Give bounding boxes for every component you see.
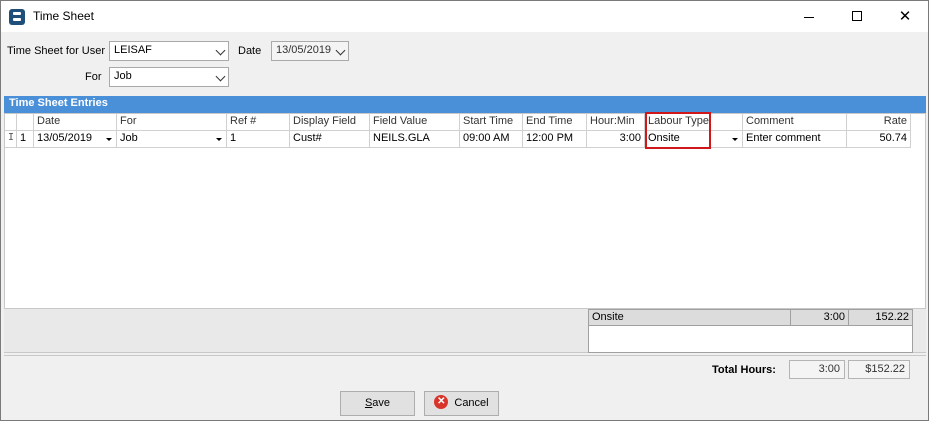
cancel-button[interactable]: ✕ Cancel <box>424 391 499 416</box>
summary-labour-type: Onsite <box>589 310 791 326</box>
totals-band <box>4 355 926 385</box>
close-icon: ✕ <box>898 8 912 25</box>
column-header-hour-min[interactable]: Hour:Min <box>587 114 645 131</box>
table-row: Onsite 3:00 152.22 <box>589 310 912 326</box>
column-header-end-time[interactable]: End Time <box>523 114 587 131</box>
cell-ref[interactable]: 1 <box>227 131 290 148</box>
save-label-rest: ave <box>372 397 391 409</box>
user-select[interactable]: LEISAF <box>109 41 229 61</box>
user-label: Time Sheet for User <box>7 45 106 57</box>
cell-display-field[interactable]: Cust# <box>290 131 370 148</box>
labour-summary-grid: Onsite 3:00 152.22 <box>588 309 913 353</box>
user-select-value: LEISAF <box>114 44 152 56</box>
title-bar: Time Sheet ✕ <box>1 1 928 32</box>
cell-labour-type[interactable]: Onsite <box>645 131 743 148</box>
close-button[interactable]: ✕ <box>882 1 928 32</box>
row-indicator: I <box>5 131 17 148</box>
cell-field-value[interactable]: NEILS.GLA <box>370 131 460 148</box>
chevron-down-icon <box>215 45 226 56</box>
for-label: For <box>85 71 102 83</box>
dropdown-arrow-icon[interactable] <box>216 138 222 141</box>
column-header-display-field[interactable]: Display Field <box>290 114 370 131</box>
column-header-date[interactable]: Date <box>34 114 117 131</box>
entries-section-header: Time Sheet Entries <box>4 96 926 113</box>
minimize-icon <box>804 16 814 18</box>
row-indicator-header <box>5 114 17 131</box>
row-number-header <box>17 114 34 131</box>
cell-end-time[interactable]: 12:00 PM <box>523 131 587 148</box>
date-picker-value: 13/05/2019 <box>276 44 332 56</box>
cell-date[interactable]: 13/05/2019 <box>34 131 117 148</box>
cell-start-time[interactable]: 09:00 AM <box>460 131 523 148</box>
chevron-down-icon <box>215 71 226 82</box>
cell-hour-min[interactable]: 3:00 <box>587 131 645 148</box>
column-header-comment[interactable]: Comment <box>743 114 847 131</box>
column-header-for[interactable]: For <box>117 114 227 131</box>
summary-hours: 3:00 <box>791 310 849 326</box>
cancel-icon: ✕ <box>434 395 449 410</box>
dropdown-arrow-icon[interactable] <box>106 138 112 141</box>
window-title: Time Sheet <box>33 9 94 23</box>
entries-grid[interactable]: Date For Ref # Display Field Field Value… <box>4 112 926 309</box>
cell-rate[interactable]: 50.74 <box>847 131 911 148</box>
grid-header-row: Date For Ref # Display Field Field Value… <box>5 114 925 131</box>
row-number: 1 <box>17 131 34 148</box>
maximize-icon <box>852 10 862 21</box>
dropdown-arrow-icon[interactable] <box>732 138 738 141</box>
cell-labour-type-value: Onsite <box>648 132 680 144</box>
column-header-start-time[interactable]: Start Time <box>460 114 523 131</box>
date-picker[interactable]: 13/05/2019 <box>271 41 349 61</box>
date-label: Date <box>238 45 262 57</box>
cell-comment[interactable]: Enter comment <box>743 131 847 148</box>
app-icon <box>9 9 25 25</box>
column-header-field-value[interactable]: Field Value <box>370 114 460 131</box>
cell-for[interactable]: Job <box>117 131 227 148</box>
column-header-labour-type[interactable]: Labour Type <box>645 114 743 131</box>
for-select[interactable]: Job <box>109 67 229 87</box>
total-amount-value: $152.22 <box>848 360 910 379</box>
summary-amount: 152.22 <box>875 311 909 323</box>
time-sheet-window: Time Sheet ✕ Time Sheet for User LEISAF … <box>0 0 929 421</box>
chevron-down-icon <box>335 45 346 56</box>
total-hours-label: Total Hours: <box>712 364 776 376</box>
total-hours-value: 3:00 <box>789 360 845 379</box>
cell-date-value: 13/05/2019 <box>37 132 93 144</box>
cell-for-value: Job <box>120 132 138 144</box>
minimize-button[interactable] <box>786 1 832 32</box>
table-row[interactable]: I 1 13/05/2019 Job 1 Cust# NEILS.GLA 09:… <box>5 131 925 148</box>
column-header-rate[interactable]: Rate <box>847 114 911 131</box>
maximize-button[interactable] <box>834 1 880 32</box>
cancel-label: Cancel <box>454 397 489 409</box>
column-header-ref[interactable]: Ref # <box>227 114 290 131</box>
for-select-value: Job <box>114 70 132 82</box>
save-button[interactable]: Save <box>340 391 415 416</box>
